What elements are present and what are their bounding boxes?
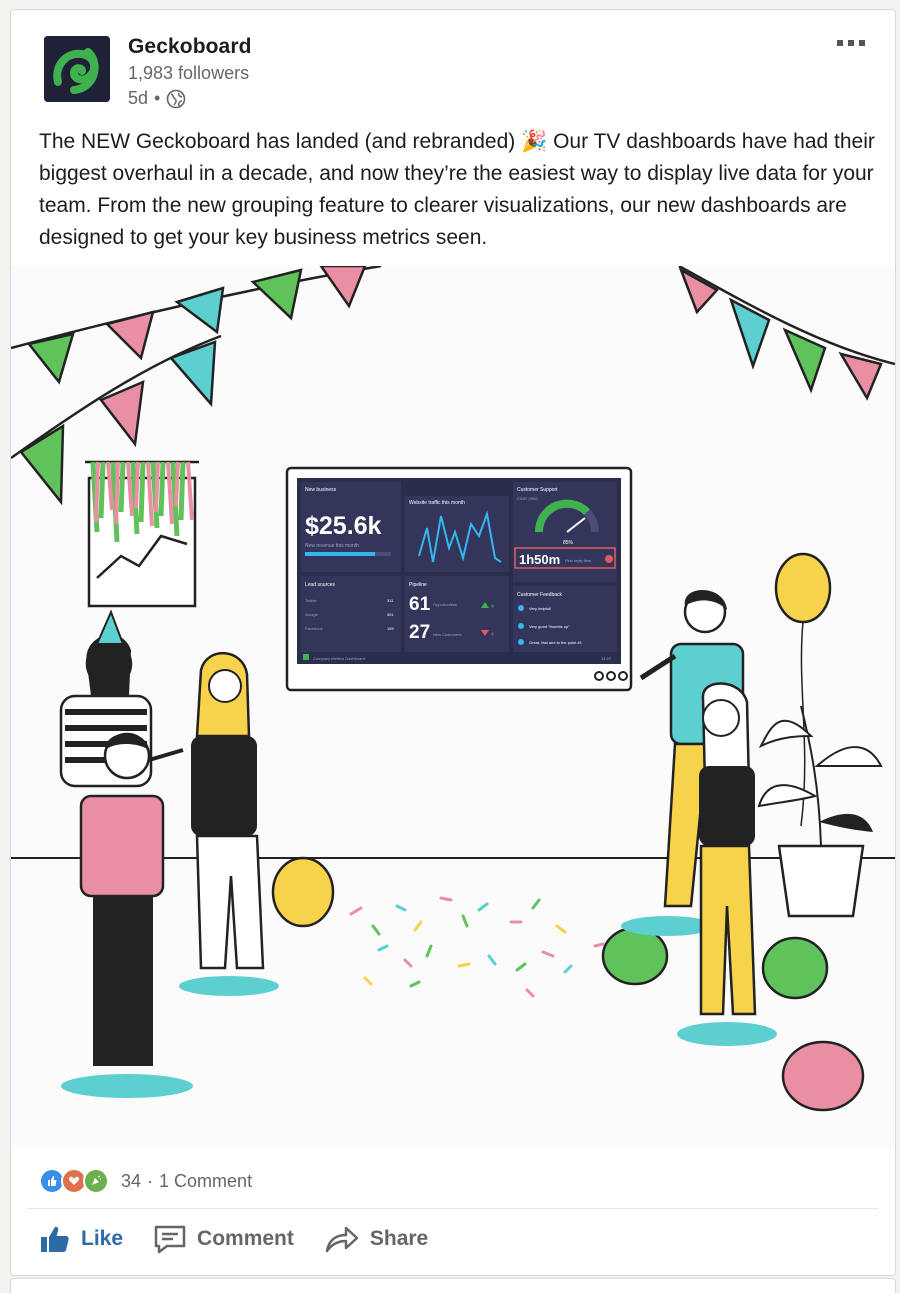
tv-screen: New business $25.6k New revenue this mon…: [285, 466, 633, 692]
lead-row-value: 159: [387, 626, 394, 631]
reply-caption: First reply time: [565, 558, 592, 563]
action-bar: Like Comment Share: [35, 1218, 432, 1260]
dashboard-footer-name: Company Metrics Dashboard: [313, 656, 365, 661]
bunting-left: [11, 266, 382, 506]
wall-picture: [85, 460, 199, 608]
comment-label: Comment: [197, 1227, 294, 1250]
comment-icon: [154, 1225, 186, 1254]
share-arrow-icon: [325, 1226, 359, 1253]
action-divider: [27, 1208, 879, 1209]
party-illustration: New business $25.6k New revenue this mon…: [11, 266, 895, 1112]
tile-title-support: Customer Support: [517, 487, 558, 493]
post-meta: 5d •: [128, 88, 186, 109]
lead-row-value: 301: [387, 612, 394, 617]
post-time: 5d: [128, 88, 149, 108]
revenue-caption: New revenue this month: [305, 543, 359, 549]
plant: [757, 705, 883, 918]
more-dot-icon: [837, 40, 843, 46]
confetti: [349, 896, 605, 998]
reply-time: 1h50m: [519, 552, 560, 567]
more-options-button[interactable]: [833, 35, 869, 51]
new-customers-label: New Customers: [433, 632, 461, 637]
comment-button[interactable]: Comment: [149, 1218, 298, 1260]
opportunities-label: Opportunities: [433, 602, 457, 607]
post-text: The NEW Geckoboard has landed (and rebra…: [39, 130, 875, 249]
csat-value: 85%: [563, 540, 574, 546]
geckoboard-logo-icon: [44, 36, 110, 102]
reaction-count[interactable]: 34: [121, 1171, 141, 1192]
csat-label: CSAT (30d): [517, 496, 538, 501]
tile-title-lead-sources: Lead sources: [305, 582, 336, 588]
globe-icon: [167, 89, 186, 108]
follower-count: 1,983 followers: [128, 63, 250, 83]
share-button[interactable]: Share: [320, 1218, 432, 1260]
comment-count[interactable]: 1 Comment: [159, 1171, 252, 1192]
tile-title-feedback: Customer Feedback: [517, 592, 563, 598]
company-name[interactable]: Geckoboard: [128, 35, 252, 59]
new-customers-value: 27: [409, 622, 430, 643]
more-dot-icon: [848, 40, 854, 46]
bunting-right: [678, 266, 895, 401]
lead-row-name: Facebook: [305, 626, 323, 631]
tile-title-pipeline: Pipeline: [409, 582, 427, 588]
revenue-value: $25.6k: [305, 512, 382, 540]
lead-row-name: Twitter: [305, 598, 317, 603]
company-logo[interactable]: [44, 36, 110, 102]
new-customers-delta: 4: [491, 632, 494, 638]
engagement-counts: 34 · 1 Comment: [121, 1171, 252, 1192]
next-post-edge: [10, 1278, 896, 1293]
tile-title-new-business: New business: [305, 487, 337, 493]
reactions-summary[interactable]: 34 · 1 Comment: [39, 1168, 252, 1194]
opportunities-value: 61: [409, 594, 431, 615]
lead-row-value: 311: [387, 598, 394, 603]
post-image[interactable]: New business $25.6k New revenue this mon…: [11, 266, 895, 1148]
opportunities-delta: 4: [491, 604, 494, 610]
count-separator: ·: [147, 1170, 154, 1191]
tile-title-traffic: Website traffic this month: [409, 500, 465, 506]
feedback-item: Great, fast and to the point #1: [529, 640, 583, 645]
feedback-item: Very good "thumbs up": [529, 624, 570, 629]
like-button[interactable]: Like: [35, 1218, 127, 1260]
lead-row-name: Google: [305, 612, 319, 617]
post-card: Geckoboard 1,983 followers 5d • The NEW …: [10, 9, 896, 1276]
feedback-item: Very helpful!: [529, 606, 551, 611]
celebrate-reaction-icon: [83, 1168, 109, 1194]
thumbs-up-icon: [41, 1226, 69, 1252]
more-dot-icon: [859, 40, 865, 46]
like-label: Like: [81, 1227, 124, 1250]
meta-separator: •: [154, 88, 161, 108]
share-label: Share: [369, 1227, 429, 1250]
dashboard-footer-time: 14:22: [601, 656, 612, 661]
